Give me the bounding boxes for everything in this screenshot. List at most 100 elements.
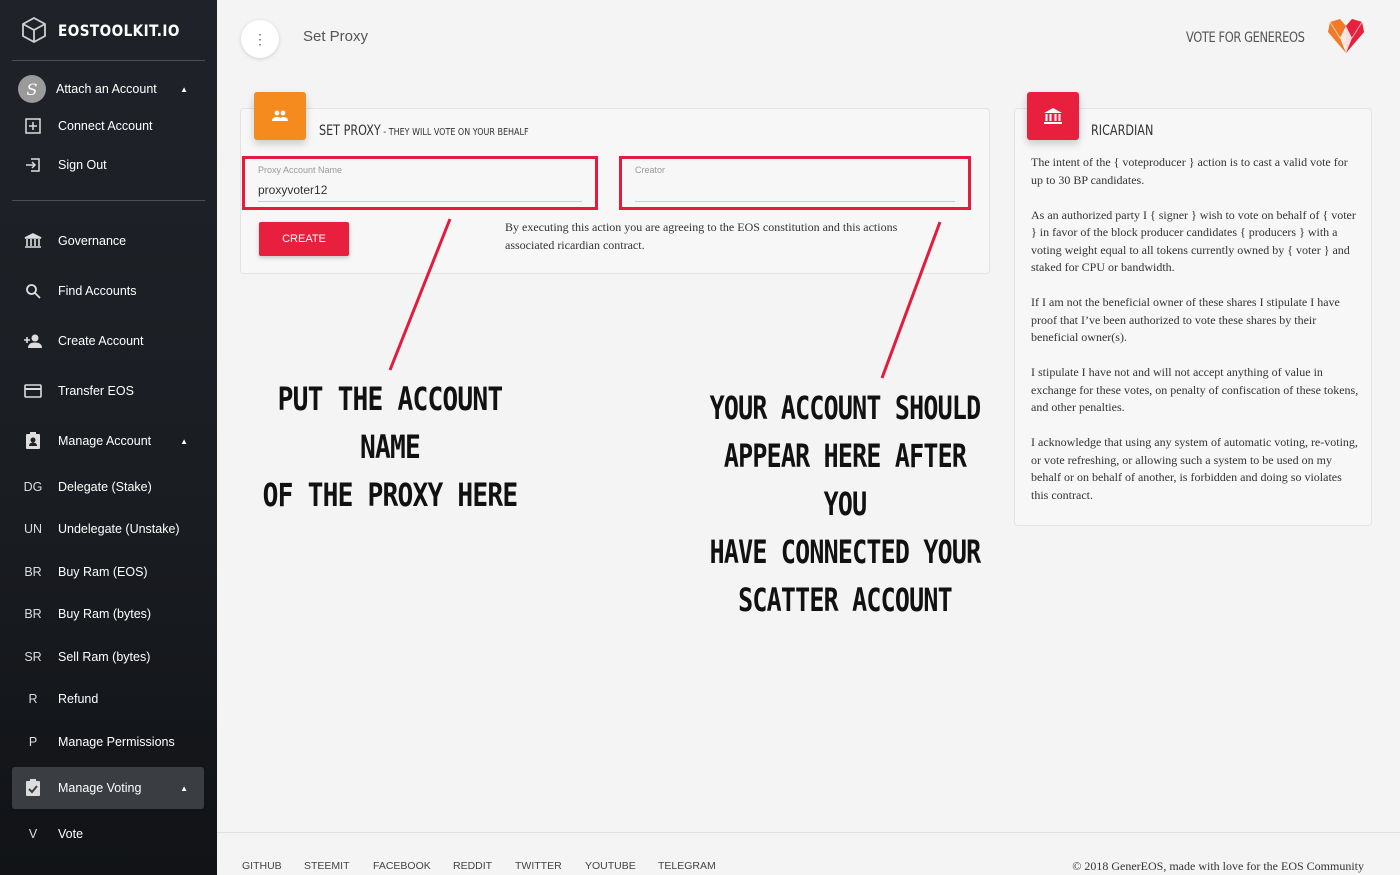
sidebar-item-label: Manage Permissions [58,735,175,749]
creator-field[interactable]: Creator [619,156,971,210]
sidebar-item-abbr: P [28,735,38,749]
sidebar-item-delegate[interactable]: DG Delegate (Stake) [12,467,204,507]
sidebar-item-find-accounts[interactable]: Find Accounts [12,271,204,311]
sidebar-item-abbr: V [28,827,38,841]
ricardian-body: The intent of the { voteproducer } actio… [1031,154,1361,522]
divider [12,60,205,61]
footer-link-youtube[interactable]: YOUTUBE [585,860,636,872]
annotation-line: SCATTER ACCOUNT [738,581,952,619]
attach-account-toggle[interactable]: S Attach an Account ▲ [12,69,204,109]
sidebar-item-label: Manage Voting [58,781,142,795]
footer-link-github[interactable]: GITHUB [242,860,282,872]
vote-for-genereos-link[interactable]: VOTE FOR GENEREOS [1186,30,1305,46]
footer-link-reddit[interactable]: REDDIT [453,860,492,872]
ricardian-paragraph: I acknowledge that using any system of a… [1031,435,1358,502]
ricardian-paragraph: The intent of the { voteproducer } actio… [1031,155,1348,187]
sidebar-item-abbr: DG [23,480,43,494]
sidebar: EOSTOOLKIT.IO S Attach an Account ▲ Conn… [0,0,217,875]
ricardian-title: RICARDIAN [1091,123,1154,139]
page-title: Set Proxy [303,28,369,45]
footer-link-steemit[interactable]: STEEMIT [304,860,350,872]
sidebar-item-label: Connect Account [58,119,153,133]
contact-icon [22,432,44,450]
sidebar-item-label: Refund [58,692,99,706]
sidebar-item-label: Transfer EOS [58,384,134,398]
brand[interactable]: EOSTOOLKIT.IO [0,0,217,60]
annotation-line: HAVE CONNECTED YOUR [709,533,981,571]
plus-box-icon [22,118,44,134]
sidebar-item-label: Buy Ram (EOS) [58,565,148,579]
sidebar-item-abbr: BR [24,607,42,621]
sidebar-item-create-account[interactable]: Create Account [12,321,204,361]
sidebar-item-refund[interactable]: R Refund [12,679,204,719]
copyright: © 2018 GenerEOS, made with love for the … [1072,859,1364,873]
card-icon [22,384,44,398]
agreement-text: By executing this action you are agreein… [505,220,898,252]
ricardian-paragraph: If I am not the beneficial owner of thes… [1031,295,1340,344]
caret-up-icon: ▲ [180,436,188,446]
sidebar-item-governance[interactable]: Governance [12,221,204,261]
sign-out-icon [22,157,44,173]
search-icon [22,283,44,299]
group-icon [254,92,306,140]
sidebar-item-label: Create Account [58,334,144,348]
sidebar-item-label: Sell Ram (bytes) [58,650,151,664]
sidebar-item-undelegate[interactable]: UN Undelegate (Unstake) [12,509,204,549]
top-bar: ⋮ Set Proxy VOTE FOR GENEREOS [217,0,1400,80]
sidebar-item-label: Delegate (Stake) [58,480,152,494]
sidebar-item-abbr: R [28,692,38,706]
sidebar-item-label: Vote [58,827,84,841]
sidebar-item-label: Sign Out [58,158,107,172]
sidebar-item-label: Buy Ram (bytes) [58,607,152,621]
sidebar-item-label: Find Accounts [58,284,137,298]
footer-link-twitter[interactable]: TWITTER [515,860,562,872]
annotation-line: PUT THE ACCOUNT NAME [277,380,503,466]
sidebar-item-manage-voting[interactable]: Manage Voting ▲ [12,767,204,809]
ricardian-paragraph: I stipulate I have not and will not acce… [1031,365,1359,414]
cube-logo-icon [22,17,46,43]
sidebar-item-transfer-eos[interactable]: Transfer EOS [12,371,204,411]
sidebar-item-buy-ram-eos[interactable]: BR Buy Ram (EOS) [12,552,204,592]
sidebar-item-sign-out[interactable]: Sign Out [12,145,204,185]
annotation-right: YOUR ACCOUNT SHOULD APPEAR HERE AFTER YO… [701,384,990,624]
sidebar-item-manage-permissions[interactable]: P Manage Permissions [12,722,204,762]
creator-input[interactable] [635,183,955,197]
person-add-icon [22,333,44,349]
bank-icon [1027,92,1079,140]
sidebar-item-sell-ram[interactable]: SR Sell Ram (bytes) [12,637,204,677]
footer-link-facebook[interactable]: FACEBOOK [373,860,431,872]
proxy-account-name-field[interactable]: Proxy Account Name [242,156,598,210]
field-underline [635,201,955,202]
sidebar-item-connect-account[interactable]: Connect Account [12,106,204,146]
caret-up-icon: ▲ [180,84,188,94]
sidebar-item-label: Undelegate (Unstake) [58,522,180,536]
sidebar-item-buy-ram-bytes[interactable]: BR Buy Ram (bytes) [12,594,204,634]
sidebar-item-label: Manage Account [58,434,152,448]
create-button[interactable]: CREATE [259,222,349,256]
sidebar-item-manage-account[interactable]: Manage Account ▲ [12,421,204,461]
ricardian-paragraph: As an authorized party I { signer } wish… [1031,207,1356,275]
sidebar-item-label: Governance [58,234,127,248]
clipboard-check-icon [22,779,44,797]
sidebar-item-abbr: SR [24,650,42,664]
bank-icon [22,233,44,249]
proxy-account-name-label: Proxy Account Name [258,165,343,175]
sidebar-item-abbr: BR [24,565,42,579]
divider [12,200,205,201]
caret-up-icon: ▲ [180,783,188,793]
set-proxy-heading: SET PROXY - THEY WILL VOTE ON YOUR BEHAL… [319,123,529,139]
proxy-account-name-input[interactable] [258,183,578,197]
annotation-left: PUT THE ACCOUNT NAME OF THE PROXY HERE [251,375,530,519]
more-vert-icon[interactable]: ⋮ [241,20,279,58]
genereos-logo-icon[interactable] [1326,18,1366,54]
set-proxy-subtitle: - THEY WILL VOTE ON YOUR BEHALF [380,127,529,138]
footer: GITHUB STEEMIT FACEBOOK REDDIT TWITTER Y… [217,832,1400,875]
field-underline [258,201,582,202]
sidebar-item-vote[interactable]: V Vote [12,814,204,854]
annotation-line: YOUR ACCOUNT SHOULD [709,389,981,427]
sidebar-item-abbr: UN [23,522,43,536]
set-proxy-title: SET PROXY [319,123,381,139]
creator-label: Creator [635,165,666,175]
footer-link-telegram[interactable]: TELEGRAM [658,860,716,872]
avatar: S [18,75,46,103]
